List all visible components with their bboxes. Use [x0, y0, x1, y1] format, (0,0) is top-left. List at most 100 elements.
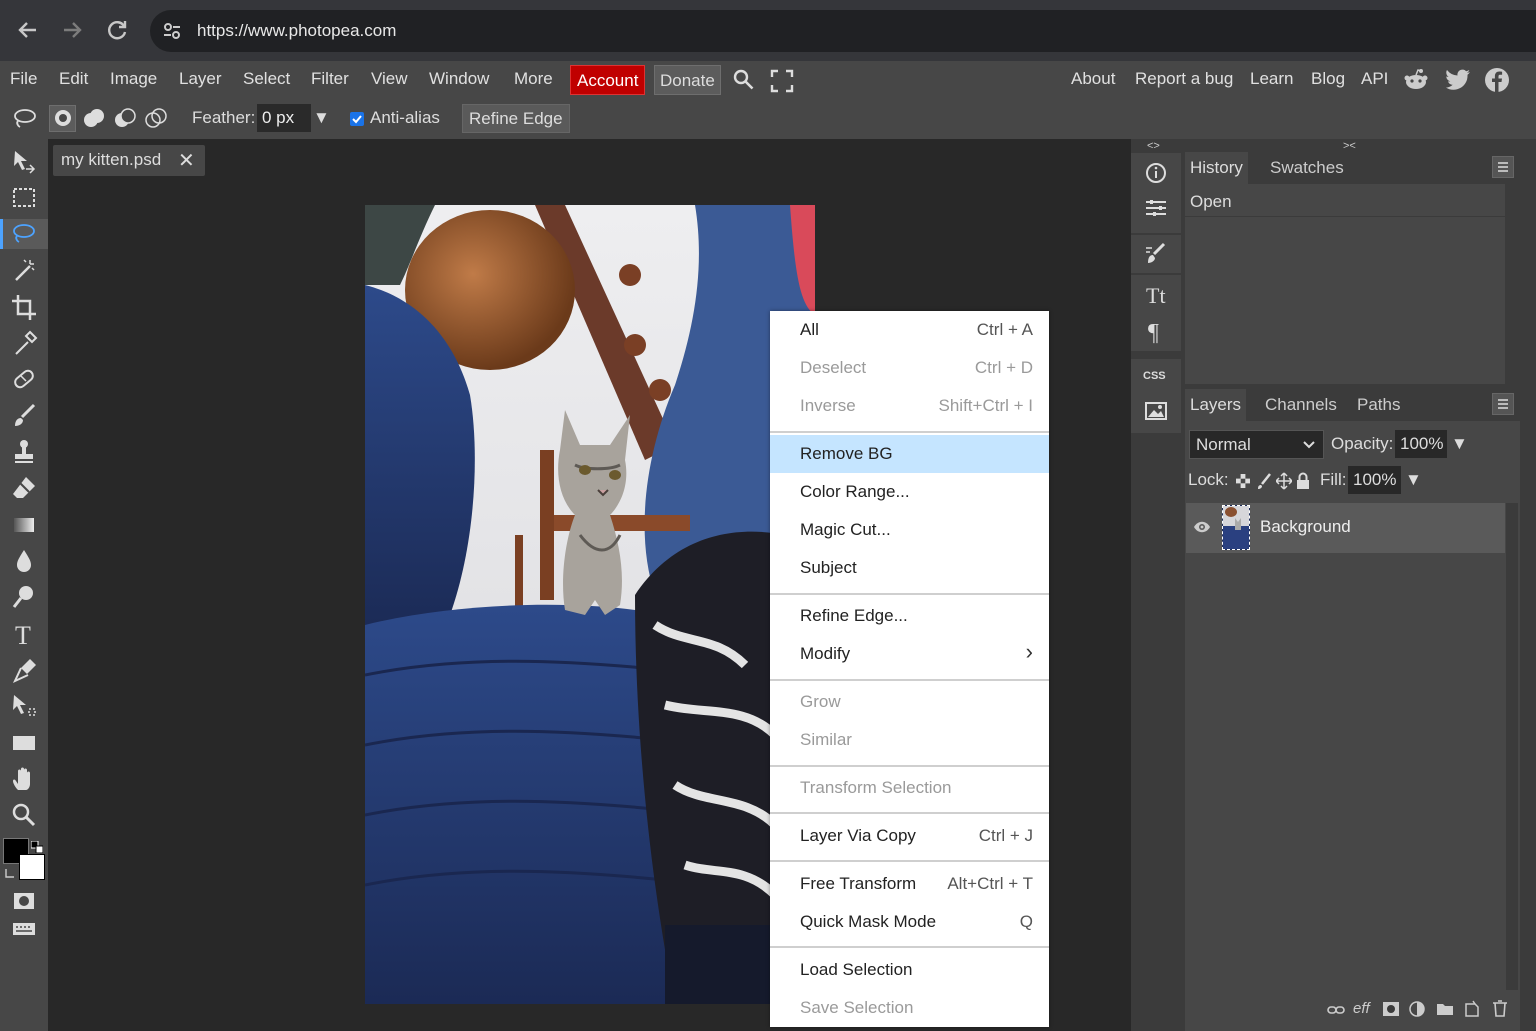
adjustment-icon[interactable]: [1409, 1001, 1425, 1022]
lock-pixels-icon[interactable]: [1256, 472, 1272, 495]
mask-icon[interactable]: [1382, 1001, 1400, 1022]
hand-tool-icon[interactable]: [8, 764, 40, 794]
character-icon[interactable]: Tt: [1142, 281, 1170, 309]
fill-dropdown-icon[interactable]: ▼: [1405, 470, 1422, 490]
rectangle-tool-icon[interactable]: [8, 728, 40, 758]
menu-item-layer-via-copy[interactable]: Layer Via Copy Ctrl + J: [770, 817, 1049, 855]
paragraph-icon[interactable]: ¶: [1142, 317, 1170, 346]
new-layer-icon[interactable]: [1464, 1000, 1480, 1022]
tab-swatches[interactable]: Swatches: [1265, 152, 1349, 184]
eraser-tool-icon[interactable]: [8, 473, 40, 503]
background-color-swatch[interactable]: [19, 854, 45, 880]
healing-brush-tool-icon[interactable]: [8, 365, 40, 395]
lasso-tool-button[interactable]: [0, 219, 48, 249]
search-icon[interactable]: [732, 68, 756, 97]
dodge-tool-icon[interactable]: [8, 582, 40, 612]
fill-input[interactable]: 100%: [1348, 466, 1401, 494]
link-icon[interactable]: [1327, 1003, 1345, 1021]
path-selection-tool-icon[interactable]: [8, 691, 40, 721]
site-settings-icon[interactable]: [162, 21, 182, 41]
donate-button[interactable]: Donate: [654, 65, 721, 95]
twitter-icon[interactable]: [1445, 68, 1471, 97]
menu-item-color-range[interactable]: Color Range...: [770, 473, 1049, 511]
menu-edit[interactable]: Edit: [59, 69, 88, 89]
move-tool-icon[interactable]: [8, 147, 40, 177]
layers-panel-menu-icon[interactable]: [1492, 393, 1514, 415]
blend-mode-select[interactable]: Normal: [1189, 430, 1324, 459]
add-selection-mode-icon[interactable]: [81, 105, 107, 137]
css-icon[interactable]: CSS: [1143, 370, 1166, 382]
account-button[interactable]: Account: [570, 65, 646, 95]
tab-paths[interactable]: Paths: [1352, 389, 1405, 421]
default-colors-icon[interactable]: [30, 840, 44, 854]
link-report-bug[interactable]: Report a bug: [1135, 69, 1233, 89]
tab-channels[interactable]: Channels: [1260, 389, 1342, 421]
pen-tool-icon[interactable]: [8, 655, 40, 685]
fullscreen-icon[interactable]: [770, 69, 794, 98]
layers-scrollbar[interactable]: [1506, 503, 1518, 990]
eye-icon[interactable]: [1193, 520, 1211, 539]
menu-item-remove-bg[interactable]: Remove BG: [770, 435, 1049, 473]
document-tab[interactable]: my kitten.psd ✕: [53, 145, 205, 176]
tab-history[interactable]: History: [1185, 152, 1248, 184]
menu-layer[interactable]: Layer: [179, 69, 222, 89]
tab-layers[interactable]: Layers: [1185, 389, 1247, 421]
lasso-tool-icon[interactable]: [12, 107, 38, 136]
menu-window[interactable]: Window: [429, 69, 489, 89]
lock-all-icon[interactable]: [1296, 472, 1310, 495]
history-scrollbar[interactable]: [1506, 184, 1518, 384]
feather-dropdown-icon[interactable]: ▼: [313, 108, 330, 128]
link-learn[interactable]: Learn: [1250, 69, 1293, 89]
anti-alias-checkbox[interactable]: [350, 112, 364, 126]
refine-edge-button[interactable]: Refine Edge: [462, 104, 570, 133]
menu-item-subject[interactable]: Subject: [770, 549, 1049, 587]
menu-filter[interactable]: Filter: [311, 69, 349, 89]
brush-settings-icon[interactable]: [1142, 240, 1170, 268]
menu-item-load-selection[interactable]: Load Selection: [770, 951, 1049, 989]
lock-position-icon[interactable]: [1275, 472, 1293, 495]
adjustments-icon[interactable]: [1142, 194, 1170, 222]
menu-item-modify[interactable]: Modify ›: [770, 635, 1049, 673]
menu-file[interactable]: File: [10, 69, 37, 89]
type-tool-icon[interactable]: T: [8, 619, 40, 650]
opacity-input[interactable]: 100%: [1395, 430, 1447, 458]
keyboard-icon[interactable]: [8, 914, 40, 944]
menu-item-all[interactable]: All Ctrl + A: [770, 311, 1049, 349]
blur-tool-icon[interactable]: [8, 546, 40, 576]
trash-icon[interactable]: [1492, 1000, 1508, 1022]
lock-transparency-icon[interactable]: [1235, 473, 1251, 494]
reddit-icon[interactable]: [1403, 67, 1429, 98]
menu-view[interactable]: View: [371, 69, 408, 89]
magic-wand-tool-icon[interactable]: [8, 256, 40, 286]
menu-item-free-transform[interactable]: Free Transform Alt+Ctrl + T: [770, 865, 1049, 903]
collapse-toggle-left[interactable]: <>: [1147, 140, 1160, 152]
menu-select[interactable]: Select: [243, 69, 290, 89]
quick-mask-icon[interactable]: [8, 886, 40, 916]
intersect-selection-mode-icon[interactable]: [143, 105, 169, 137]
canvas-image[interactable]: [365, 205, 815, 1004]
reload-icon[interactable]: [101, 14, 133, 46]
facebook-icon[interactable]: [1484, 67, 1510, 98]
layer-row[interactable]: Background: [1186, 503, 1505, 553]
clone-stamp-tool-icon[interactable]: [8, 437, 40, 467]
feather-input[interactable]: 0 px: [257, 104, 311, 132]
forward-arrow-icon[interactable]: [56, 14, 88, 46]
menu-item-magic-cut[interactable]: Magic Cut...: [770, 511, 1049, 549]
marquee-tool-icon[interactable]: [8, 183, 40, 213]
crop-tool-icon[interactable]: [8, 292, 40, 322]
address-bar[interactable]: https://www.photopea.com: [150, 10, 1536, 52]
eyedropper-tool-icon[interactable]: [8, 328, 40, 358]
link-blog[interactable]: Blog: [1311, 69, 1345, 89]
gradient-tool-icon[interactable]: [8, 510, 40, 540]
opacity-dropdown-icon[interactable]: ▼: [1451, 434, 1468, 454]
menu-item-refine-edge[interactable]: Refine Edge...: [770, 597, 1049, 635]
brush-tool-icon[interactable]: [8, 401, 40, 431]
menu-image[interactable]: Image: [110, 69, 157, 89]
folder-icon[interactable]: [1436, 1002, 1454, 1021]
link-api[interactable]: API: [1361, 69, 1388, 89]
effects-icon[interactable]: eff: [1353, 1000, 1370, 1017]
menu-item-quick-mask-mode[interactable]: Quick Mask Mode Q: [770, 903, 1049, 941]
link-about[interactable]: About: [1071, 69, 1115, 89]
subtract-selection-mode-icon[interactable]: [112, 105, 138, 137]
new-selection-mode-icon[interactable]: [49, 105, 76, 132]
